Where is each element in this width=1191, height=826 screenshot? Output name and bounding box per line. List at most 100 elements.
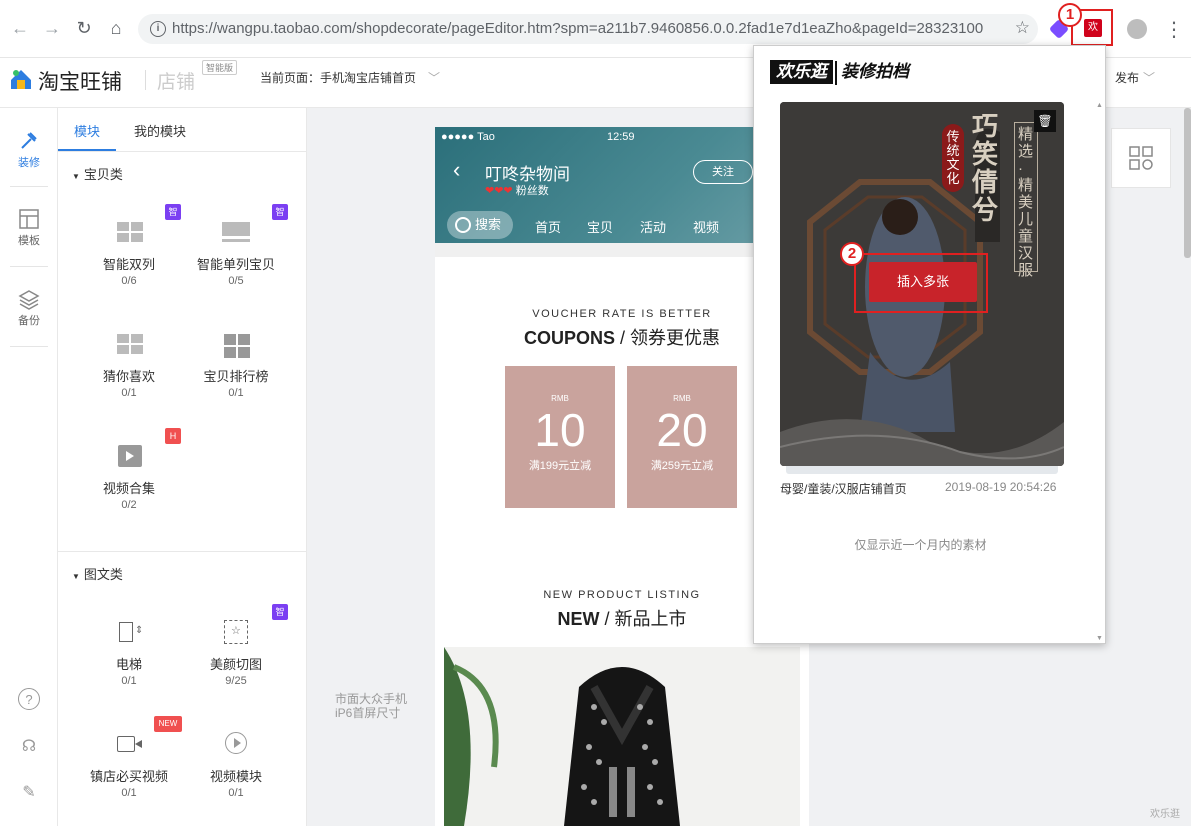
active-tab-underline (58, 149, 116, 151)
rail-divider (10, 186, 48, 187)
smart-tag: 智 (272, 604, 288, 620)
bookmark-star-icon[interactable]: ☆ (1015, 18, 1030, 38)
delete-trash-icon[interactable]: 🗑 (1034, 110, 1056, 132)
module-count: 0/5 (228, 275, 244, 287)
current-page-selector[interactable]: 当前页面：手机淘宝店铺首页 ﹀ (260, 69, 440, 86)
rail-label-decorate: 装修 (18, 157, 40, 169)
section-toggle-image-text[interactable]: ▼ 图文类 (72, 564, 123, 583)
logo-shop: 店铺 (157, 72, 196, 93)
crop-star-icon: ☆ (222, 620, 250, 644)
rail-item-backup[interactable]: 备份 (0, 288, 58, 328)
module-name: 镇店必买视频 (89, 769, 168, 784)
smart-tag: 智 (272, 204, 288, 220)
extension-popup: 欢乐逛 装修拍档 传统文化 巧笑倩兮 精选·精美儿童汉服 🗑 插入多张 2 母婴/… (753, 45, 1106, 644)
module-count: 9/25 (225, 675, 247, 687)
smart-tag: 智 (165, 204, 181, 220)
module-tabs: 模块 我的模块 (58, 108, 306, 152)
forward-icon[interactable]: → (42, 18, 62, 38)
module-must-buy-video[interactable]: 镇店必买视频 0/1 (75, 732, 183, 799)
coupon-amount: 10 (534, 404, 586, 456)
shop-nav-item: 活动 (640, 220, 667, 235)
new-title-rest: / 新品上市 (604, 609, 687, 629)
caret-down-icon: ▼ (72, 572, 80, 581)
module-name: 智能双列 (102, 257, 155, 272)
module-guess-you-like[interactable]: 猜你喜欢 0/1 (75, 332, 183, 399)
section-title-image-text: 图文类 (83, 567, 123, 582)
note-line1: 市面大众手机 (335, 692, 408, 706)
module-ranking[interactable]: 宝贝排行榜 0/1 (182, 332, 290, 399)
reload-icon[interactable]: ↻ (74, 18, 94, 38)
coupon-currency: RMB (673, 394, 691, 403)
module-count: 0/1 (121, 787, 137, 799)
video-collection-icon (115, 444, 143, 468)
coupons-title-rest: / 领券更优惠 (620, 328, 721, 348)
card-badge: 传统文化 (942, 124, 964, 192)
note-line2: iP6首屏尺寸 (335, 706, 401, 720)
double-column-icon (115, 220, 143, 244)
module-elevator[interactable]: ⇕ 电梯 0/1 (75, 620, 183, 687)
coupon-card: RMB 20 满259元立减 (627, 366, 737, 508)
follow-label: 关注 (712, 166, 734, 178)
module-name: 宝贝排行榜 (203, 369, 269, 384)
new-tag: NEW (154, 716, 182, 732)
annotation-badge-2: 2 (840, 242, 864, 266)
module-beauty-crop[interactable]: ☆ 美颜切图 9/25 (182, 620, 290, 687)
profile-avatar-icon[interactable] (1127, 19, 1147, 39)
logo-divider (145, 70, 146, 90)
module-name: 视频合集 (102, 481, 155, 496)
home-icon[interactable]: ⌂ (106, 18, 126, 38)
url-text[interactable]: https://wangpu.taobao.com/shopdecorate/p… (172, 20, 983, 37)
popup-note: 仅显示近一个月内的素材 (854, 538, 987, 552)
section-toggle-items[interactable]: ▼ 宝贝类 (72, 164, 123, 183)
tab-my-modules[interactable]: 我的模块 (134, 121, 186, 140)
scroll-up-icon[interactable]: ▲ (1096, 102, 1103, 109)
taobao-wangpu-logo-icon (11, 70, 31, 89)
rail-item-template[interactable]: 模板 (0, 208, 58, 248)
browser-menu-icon[interactable]: ⋮ (1164, 17, 1184, 42)
hot-tag: H (165, 428, 181, 444)
site-info-icon[interactable]: i (150, 21, 166, 37)
card-text-frame (1014, 122, 1038, 272)
popup-scrollbar[interactable]: ▲ ▼ (1095, 102, 1105, 642)
jacket-illustration (444, 647, 800, 826)
popup-logo-part1: 欢乐逛 (770, 60, 833, 84)
shop-nav-item: 视频 (693, 220, 720, 235)
module-smart-single[interactable]: 智能单列宝贝 0/5 (182, 220, 290, 287)
help-icon[interactable]: ? (18, 688, 40, 710)
rail-label-backup: 备份 (18, 315, 40, 327)
annotation-highlight-insert (854, 253, 988, 313)
current-page-label: 当前页面： (260, 71, 321, 85)
elevator-icon: ⇕ (115, 620, 143, 644)
module-video-collection[interactable]: 视频合集 0/2 (75, 444, 183, 511)
popup-logo-part2: 装修拍档 (835, 61, 909, 85)
publish-button[interactable]: 发布 ﹀ (1115, 69, 1155, 86)
page-scrollbar[interactable] (1184, 108, 1191, 258)
ranking-grid-icon (222, 332, 250, 358)
module-count: 0/1 (228, 787, 244, 799)
card-time: 2019-08-19 20:54:26 (945, 480, 1057, 494)
grid-settings-icon (1129, 146, 1153, 170)
section-divider (58, 551, 306, 552)
rail-divider (10, 266, 48, 267)
address-bar[interactable]: i https://wangpu.taobao.com/shopdecorate… (138, 14, 1038, 44)
back-chevron-icon: ‹ (453, 157, 461, 182)
card-title[interactable]: 母婴/童装/汉服店铺首页 (780, 480, 907, 497)
module-smart-double[interactable]: 智能双列 0/6 (75, 220, 183, 287)
feedback-edit-icon[interactable]: ✎ (18, 782, 40, 804)
tab-modules[interactable]: 模块 (74, 121, 100, 140)
shop-search: 搜索 (447, 211, 513, 239)
coupon-amount: 20 (656, 404, 708, 456)
headset-icon[interactable]: ☊ (18, 736, 40, 758)
scroll-down-icon[interactable]: ▼ (1096, 635, 1103, 642)
template-icon (19, 209, 39, 229)
canvas-settings-button[interactable] (1111, 128, 1171, 188)
watermark: 欢乐逛 (1150, 809, 1180, 820)
follow-button: 关注 (693, 160, 753, 184)
hammer-icon (21, 132, 37, 149)
rail-item-decorate[interactable]: 装修 (0, 130, 58, 170)
coupons-title-bold: COUPONS (523, 328, 615, 348)
chevron-down-icon: ﹀ (428, 71, 441, 85)
current-page-value: 手机淘宝店铺首页 (320, 71, 417, 85)
module-video[interactable]: 视频模块 0/1 (182, 732, 290, 799)
back-icon[interactable]: ← (10, 18, 30, 38)
